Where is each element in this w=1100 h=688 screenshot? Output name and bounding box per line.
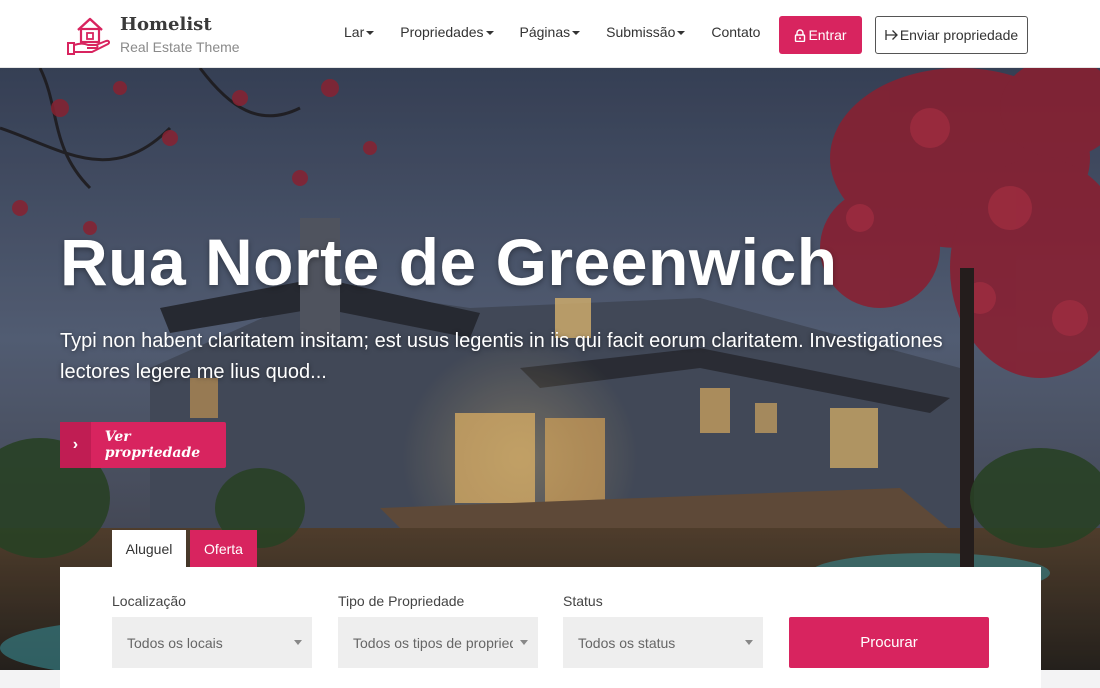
hero-title: Rua Norte de Greenwich xyxy=(60,225,838,299)
login-label: Entrar xyxy=(808,27,847,43)
brand-tagline: Real Estate Theme xyxy=(120,39,240,55)
caret-down-icon xyxy=(485,31,494,35)
nav-item-label: Submissão xyxy=(606,24,676,40)
nav-item-label: Contato xyxy=(711,24,761,40)
login-button[interactable]: Entrar xyxy=(779,16,862,54)
dropdown-arrow-icon xyxy=(745,640,753,645)
main-nav: Lar Propriedades Páginas Submissão Conta… xyxy=(344,24,786,40)
status-select-value: Todos os status xyxy=(578,634,676,651)
status-label: Status xyxy=(563,593,603,609)
submit-property-label: Enviar propriedade xyxy=(899,27,1019,43)
nav-item-pages[interactable]: Páginas xyxy=(520,24,581,40)
brand-logo[interactable]: Homelist Real Estate Theme xyxy=(66,12,240,56)
nav-item-properties[interactable]: Propriedades xyxy=(400,24,494,40)
property-type-label: Tipo de Propriedade xyxy=(338,593,465,609)
dropdown-arrow-icon xyxy=(294,640,302,645)
property-search-form: Localização Todos os locais Tipo de Prop… xyxy=(60,567,1041,688)
nav-item-label: Páginas xyxy=(519,24,571,40)
view-property-button[interactable]: › Ver propriedade xyxy=(60,422,226,468)
nav-item-submission[interactable]: Submissão xyxy=(606,24,686,40)
caret-down-icon xyxy=(366,31,375,35)
caret-down-icon xyxy=(572,31,581,35)
chevron-right-icon: › xyxy=(60,422,91,468)
arrow-right-icon xyxy=(885,30,898,40)
nav-item-contact[interactable]: Contato xyxy=(711,24,760,40)
location-select-value: Todos os locais xyxy=(127,634,223,651)
page: Homelist Real Estate Theme Lar Proprieda… xyxy=(0,0,1100,688)
site-header: Homelist Real Estate Theme Lar Proprieda… xyxy=(0,0,1100,68)
search-button[interactable]: Procurar xyxy=(789,617,989,668)
caret-down-icon xyxy=(677,31,686,35)
house-hand-icon xyxy=(67,17,111,55)
status-select[interactable]: Todos os status xyxy=(563,617,763,668)
view-property-label: Ver propriedade xyxy=(104,429,201,461)
nav-item-label: Propriedades xyxy=(400,24,484,40)
property-type-select[interactable]: Todos os tipos de propriedade xyxy=(338,617,538,668)
nav-item-label: Lar xyxy=(344,24,365,40)
tab-offer[interactable]: Oferta xyxy=(190,530,257,567)
location-select[interactable]: Todos os locais xyxy=(112,617,312,668)
submit-property-button[interactable]: Enviar propriedade xyxy=(875,16,1028,54)
nav-item-home[interactable]: Lar xyxy=(344,24,375,40)
dropdown-arrow-icon xyxy=(520,640,528,645)
brand-name: Homelist xyxy=(120,14,212,35)
lock-icon xyxy=(795,28,806,42)
location-label: Localização xyxy=(112,593,186,609)
property-type-select-value: Todos os tipos de propriedade xyxy=(353,634,513,651)
tab-rent[interactable]: Aluguel xyxy=(112,530,186,567)
hero-description: Typi non habent claritatem insitam; est … xyxy=(60,330,943,383)
